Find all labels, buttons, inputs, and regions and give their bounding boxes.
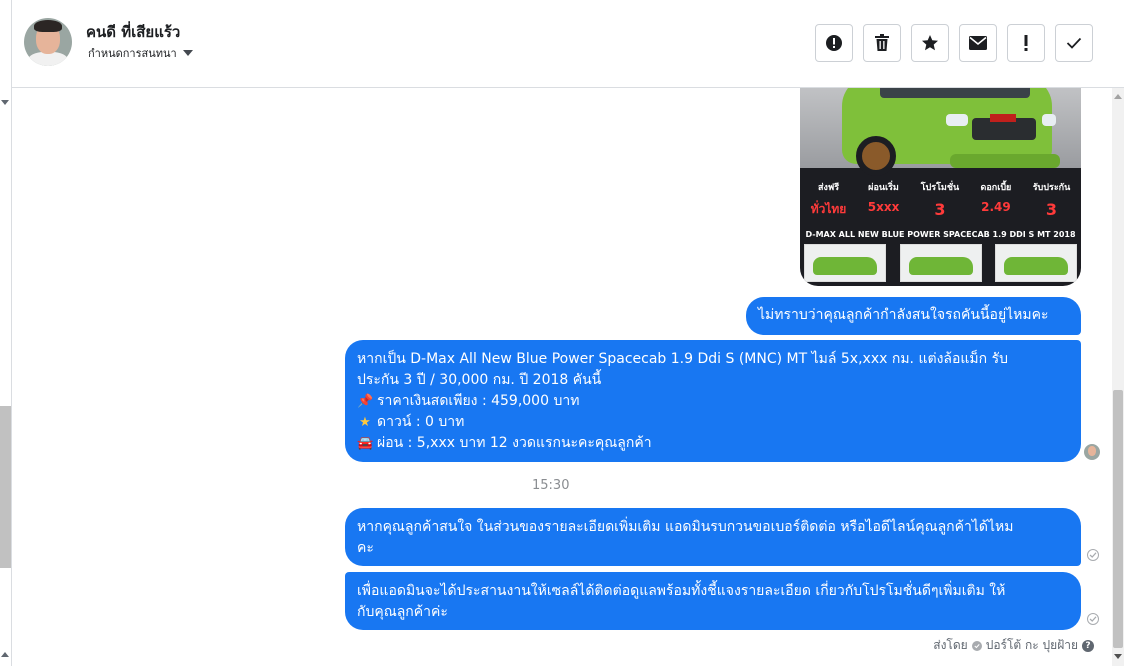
- pushpin-icon: 📌: [357, 394, 374, 409]
- scroll-thumb[interactable]: [1113, 390, 1123, 648]
- sent-check-icon: [1087, 613, 1099, 625]
- car-advert-image[interactable]: ส่งฟรี ทั่วไทย ผ่อนเริ่ม 5xxx โปรโมชั่น …: [800, 88, 1081, 286]
- contact-name[interactable]: คนดี ที่เสียแร้ว: [86, 20, 180, 44]
- car-thumbnail: [804, 244, 886, 282]
- mark-unread-button[interactable]: [959, 24, 997, 62]
- car-wheel: [856, 136, 896, 176]
- car-thumbnail: [995, 244, 1077, 282]
- brand-logo: [990, 114, 1016, 122]
- sender-name: ปอร์โต้ กะ ปุยฝ้าย: [985, 638, 1078, 652]
- chevron-down-icon: [182, 50, 193, 56]
- contact-avatar[interactable]: [24, 18, 72, 66]
- message-bubble[interactable]: หากคุณลูกค้าสนใจ ในส่วนของรายละเอียดเพิ่…: [345, 508, 1081, 566]
- message-bubble[interactable]: ไม่ทราบว่าคุณลูกค้ากำลังสนใจรถคันนี้อยู่…: [746, 297, 1081, 335]
- promo-item: ส่งฟรี ทั่วไทย: [810, 183, 847, 216]
- trash-icon: [875, 34, 889, 51]
- car-icon: 🚘: [357, 436, 374, 451]
- report-spam-button[interactable]: [815, 24, 853, 62]
- sent-check-icon: [1087, 549, 1099, 561]
- promo-item: ดอกเบี้ย 2.49: [980, 183, 1012, 214]
- car-thumbnails: [804, 244, 1077, 284]
- help-icon[interactable]: ?: [1082, 639, 1094, 652]
- checkmark-icon: [1066, 37, 1082, 49]
- scroll-up-arrow[interactable]: [1114, 94, 1122, 99]
- left-pane-edge: [0, 0, 12, 666]
- message-thread[interactable]: ส่งฟรี ทั่วไทย ผ่อนเริ่ม 5xxx โปรโมชั่น …: [12, 88, 1112, 666]
- delete-button[interactable]: [863, 24, 901, 62]
- scroll-down-arrow[interactable]: [1114, 654, 1122, 659]
- message-bubble[interactable]: หากเป็น D-Max All New Blue Power Spaceca…: [345, 340, 1081, 462]
- alert-circle-icon: [826, 35, 842, 51]
- verified-check-icon: [971, 640, 982, 651]
- star-button[interactable]: [911, 24, 949, 62]
- mark-important-button[interactable]: [1007, 24, 1045, 62]
- seen-avatar: [1084, 444, 1100, 460]
- left-scroll-up-arrow[interactable]: [1, 100, 9, 105]
- left-scroll-down-arrow[interactable]: [1, 652, 9, 657]
- envelope-icon: [969, 36, 987, 50]
- exclamation-icon: [1024, 35, 1028, 51]
- header-actions: [815, 24, 1093, 62]
- conversation-settings-label: กำหนดการสนทนา: [88, 47, 177, 60]
- message-bubble[interactable]: เพื่อแอดมินจะได้ประสานงานให้เซลล์ได้ติดต…: [345, 572, 1081, 630]
- conversation-settings-dropdown[interactable]: กำหนดการสนทนา: [88, 44, 193, 62]
- timestamp-divider: 15:30: [532, 478, 570, 493]
- promo-item: โปรโมชั่น 3: [920, 183, 960, 219]
- star-icon: ★: [359, 415, 371, 430]
- thread-scrollbar[interactable]: [1112, 88, 1124, 666]
- car-thumbnail: [899, 244, 982, 282]
- promo-item: รับประกัน 3: [1032, 183, 1071, 219]
- car-caption: D-MAX ALL NEW BLUE POWER SPACECAB 1.9 DD…: [805, 230, 1076, 239]
- promo-item: ผ่อนเริ่ม 5xxx: [867, 183, 900, 214]
- left-scroll-thumb[interactable]: [0, 406, 11, 568]
- conversation-header: คนดี ที่เสียแร้ว กำหนดการสนทนา: [12, 0, 1124, 88]
- sent-by-prefix: ส่งโดย: [933, 638, 968, 652]
- sent-by-info: ส่งโดย ปอร์โต้ กะ ปุยฝ้าย ?: [933, 636, 1094, 655]
- star-icon: [922, 35, 938, 51]
- promo-row: ส่งฟรี ทั่วไทย ผ่อนเริ่ม 5xxx โปรโมชั่น …: [800, 172, 1081, 236]
- mark-done-button[interactable]: [1055, 24, 1093, 62]
